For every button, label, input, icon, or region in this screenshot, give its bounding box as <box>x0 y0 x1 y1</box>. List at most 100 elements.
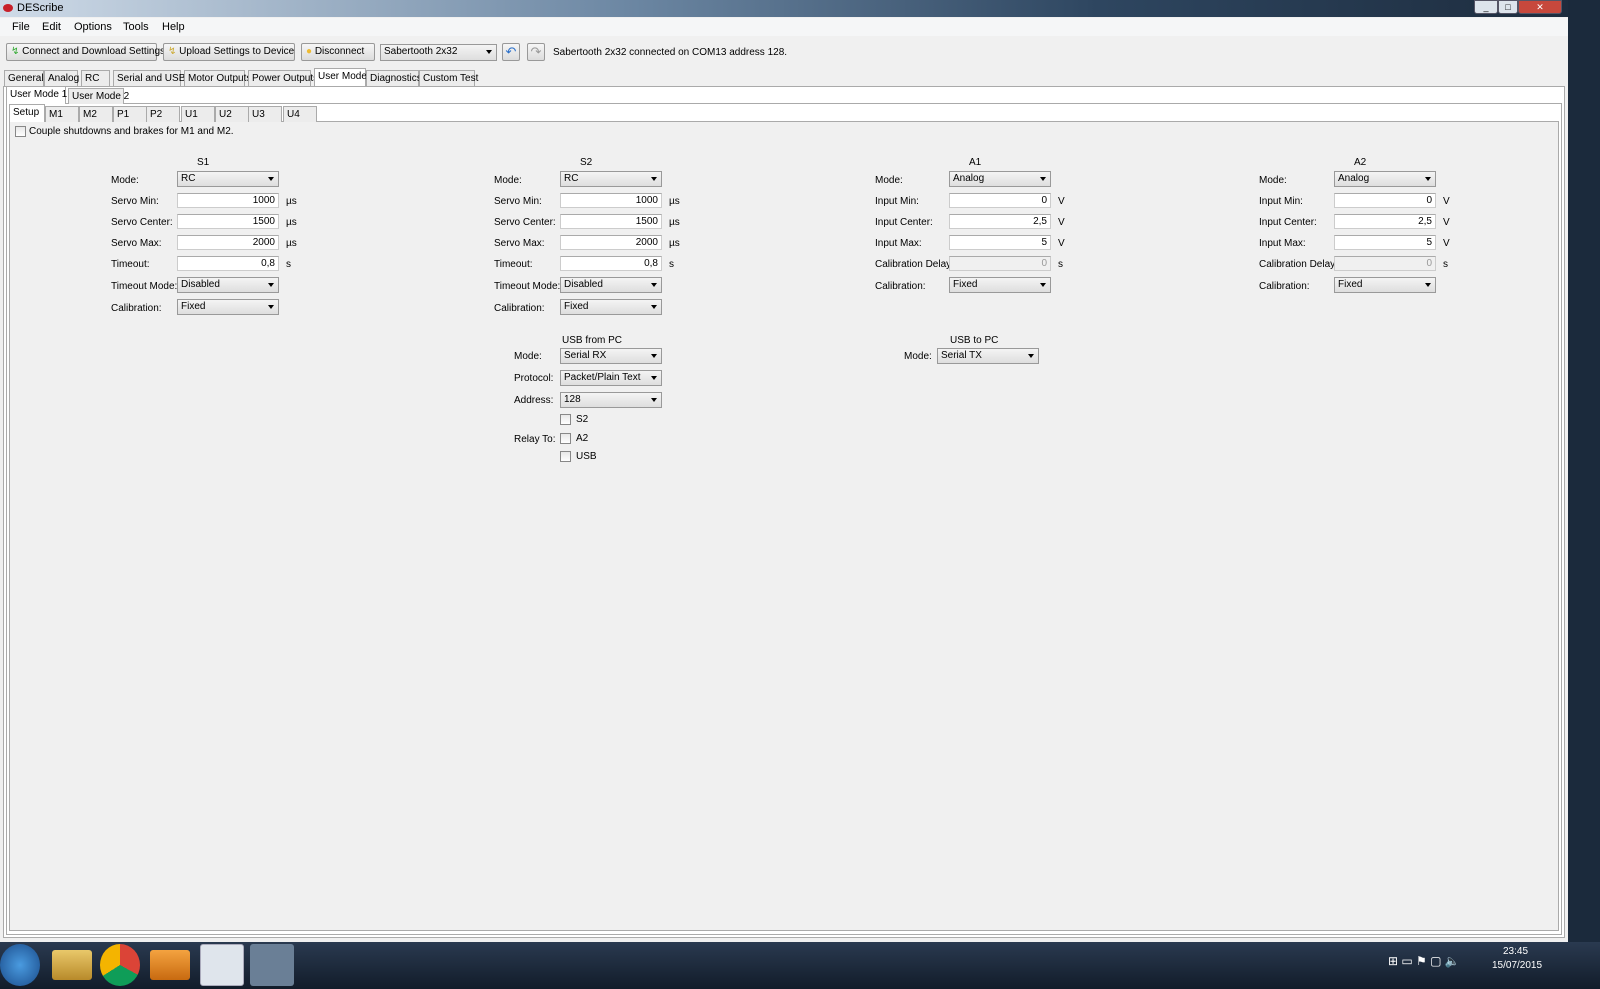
a1-input-max-input[interactable]: 5 <box>949 235 1051 250</box>
a2-calibration-select[interactable]: Fixed <box>1334 277 1436 293</box>
usb-from-mode-label: Mode: <box>514 351 542 362</box>
protocol-select[interactable]: Packet/Plain Text <box>560 370 662 386</box>
taskbar: ⊞ ▭ ⚑ ▢ 🔈 23:45 15/07/2015 <box>0 942 1600 989</box>
s1-calibration-label: Calibration: <box>111 303 162 314</box>
tab-diagnostics[interactable]: Diagnostics <box>366 70 422 86</box>
menu-tools[interactable]: Tools <box>123 21 149 33</box>
tab-motor-outputs[interactable]: Motor Outputs <box>184 70 251 86</box>
address-select[interactable]: 128 <box>560 392 662 408</box>
protocol-label: Protocol: <box>514 373 554 384</box>
a1-input-center-label: Input Center: <box>875 217 933 228</box>
s1-timeout-label: Timeout: <box>111 259 150 270</box>
upload-settings-button[interactable]: ↯ Upload Settings to Device <box>163 43 295 61</box>
s1-servo-min-unit: µs <box>286 196 297 207</box>
a2-input-max-label: Input Max: <box>1259 238 1306 249</box>
tab-rc[interactable]: RC <box>81 70 110 86</box>
connection-status: Sabertooth 2x32 connected on COM13 addre… <box>553 47 788 58</box>
s2-servo-min-input[interactable]: 1000 <box>560 193 662 208</box>
s2-timeout-mode-select[interactable]: Disabled <box>560 277 662 293</box>
s1-timeout-input[interactable]: 0,8 <box>177 256 279 271</box>
col-title-a2: A2 <box>1354 157 1367 168</box>
disconnect-icon: ● <box>306 46 313 57</box>
tab-user-mode[interactable]: User Mode <box>314 68 367 86</box>
a2-input-center-label: Input Center: <box>1259 217 1317 228</box>
tab-general[interactable]: General <box>4 70 44 86</box>
tray-icons[interactable]: ⊞ ▭ ⚑ ▢ 🔈 <box>1388 954 1460 968</box>
a1-calibration-delay-label: Calibration Delay: <box>875 259 954 270</box>
tab-u3[interactable]: U3 <box>248 106 282 122</box>
chrome-icon[interactable] <box>100 944 140 986</box>
upload-label: Upload Settings to Device <box>179 46 295 57</box>
s2-servo-max-label: Servo Max: <box>494 238 545 249</box>
disconnect-button[interactable]: ● Disconnect <box>301 43 375 61</box>
start-button-icon[interactable] <box>0 944 40 986</box>
relay-s2-checkbox[interactable] <box>560 414 571 425</box>
s1-mode-select[interactable]: RC <box>177 171 279 187</box>
minimize-button[interactable]: _ <box>1474 0 1498 14</box>
a1-calibration-select[interactable]: Fixed <box>949 277 1051 293</box>
paint-icon[interactable] <box>250 944 294 986</box>
relay-usb-checkbox[interactable] <box>560 451 571 462</box>
download-icon: ↯ <box>11 46 20 57</box>
tab-m2[interactable]: M2 <box>79 106 113 122</box>
usb-from-mode-select[interactable]: Serial RX <box>560 348 662 364</box>
a1-input-max-unit: V <box>1058 238 1065 249</box>
menu-options[interactable]: Options <box>74 21 112 33</box>
tab-custom-test[interactable]: Custom Test <box>419 70 478 86</box>
menu-edit[interactable]: Edit <box>42 21 61 33</box>
undo-icon[interactable]: ↶ <box>502 43 520 61</box>
usb-to-mode-select[interactable]: Serial TX <box>937 348 1039 364</box>
tab-user-mode-1[interactable]: User Mode 1 <box>6 86 67 104</box>
tab-p2[interactable]: P2 <box>146 106 180 122</box>
s2-timeout-label: Timeout: <box>494 259 533 270</box>
s2-timeout-input[interactable]: 0,8 <box>560 256 662 271</box>
maximize-button[interactable]: □ <box>1498 0 1518 14</box>
relay-usb-label: USB <box>576 451 597 462</box>
tab-u4[interactable]: U4 <box>283 106 317 122</box>
a2-input-max-input[interactable]: 5 <box>1334 235 1436 250</box>
tab-p1[interactable]: P1 <box>113 106 147 122</box>
explorer-icon[interactable] <box>52 950 92 980</box>
tab-user-mode-2[interactable]: User Mode 2 <box>68 88 129 104</box>
describe-taskbar-icon[interactable] <box>200 944 244 986</box>
a1-input-max-label: Input Max: <box>875 238 922 249</box>
menu-file[interactable]: File <box>12 21 30 33</box>
a2-input-min-input[interactable]: 0 <box>1334 193 1436 208</box>
tab-analog[interactable]: Analog <box>44 70 79 86</box>
s2-calibration-select[interactable]: Fixed <box>560 299 662 315</box>
tab-serial-and-usb[interactable]: Serial and USB <box>113 70 185 86</box>
col-title-a1: A1 <box>969 157 982 168</box>
col-title-s1: S1 <box>197 157 210 168</box>
tab-u1[interactable]: U1 <box>181 106 215 122</box>
s1-timeout-mode-label: Timeout Mode: <box>111 281 178 292</box>
s1-servo-center-unit: µs <box>286 217 297 228</box>
close-button[interactable]: ✕ <box>1518 0 1562 14</box>
a1-mode-select[interactable]: Analog <box>949 171 1051 187</box>
a1-input-center-input[interactable]: 2,5 <box>949 214 1051 229</box>
s2-servo-center-label: Servo Center: <box>494 217 556 228</box>
menu-help[interactable]: Help <box>162 21 185 33</box>
s1-timeout-mode-select[interactable]: Disabled <box>177 277 279 293</box>
tab-power-outputs[interactable]: Power Outputs <box>248 70 318 86</box>
media-player-icon[interactable] <box>150 950 190 980</box>
s1-servo-max-input[interactable]: 2000 <box>177 235 279 250</box>
tab-m1[interactable]: M1 <box>45 106 79 122</box>
s2-servo-max-input[interactable]: 2000 <box>560 235 662 250</box>
relay-a2-checkbox[interactable] <box>560 433 571 444</box>
s1-servo-min-label: Servo Min: <box>111 196 159 207</box>
a1-input-min-input[interactable]: 0 <box>949 193 1051 208</box>
tab-setup[interactable]: Setup <box>9 104 45 122</box>
s2-servo-center-input[interactable]: 1500 <box>560 214 662 229</box>
device-select[interactable]: Sabertooth 2x32 <box>380 44 497 61</box>
connect-download-button[interactable]: ↯ Connect and Download Settings <box>6 43 165 61</box>
s2-mode-select[interactable]: RC <box>560 171 662 187</box>
a2-mode-select[interactable]: Analog <box>1334 171 1436 187</box>
a2-input-center-input[interactable]: 2,5 <box>1334 214 1436 229</box>
s1-servo-center-input[interactable]: 1500 <box>177 214 279 229</box>
redo-icon[interactable]: ↷ <box>527 43 545 61</box>
tab-u2[interactable]: U2 <box>215 106 249 122</box>
couple-shutdowns-checkbox[interactable] <box>15 126 26 137</box>
s1-servo-min-input[interactable]: 1000 <box>177 193 279 208</box>
s1-calibration-select[interactable]: Fixed <box>177 299 279 315</box>
s2-servo-max-unit: µs <box>669 238 680 249</box>
